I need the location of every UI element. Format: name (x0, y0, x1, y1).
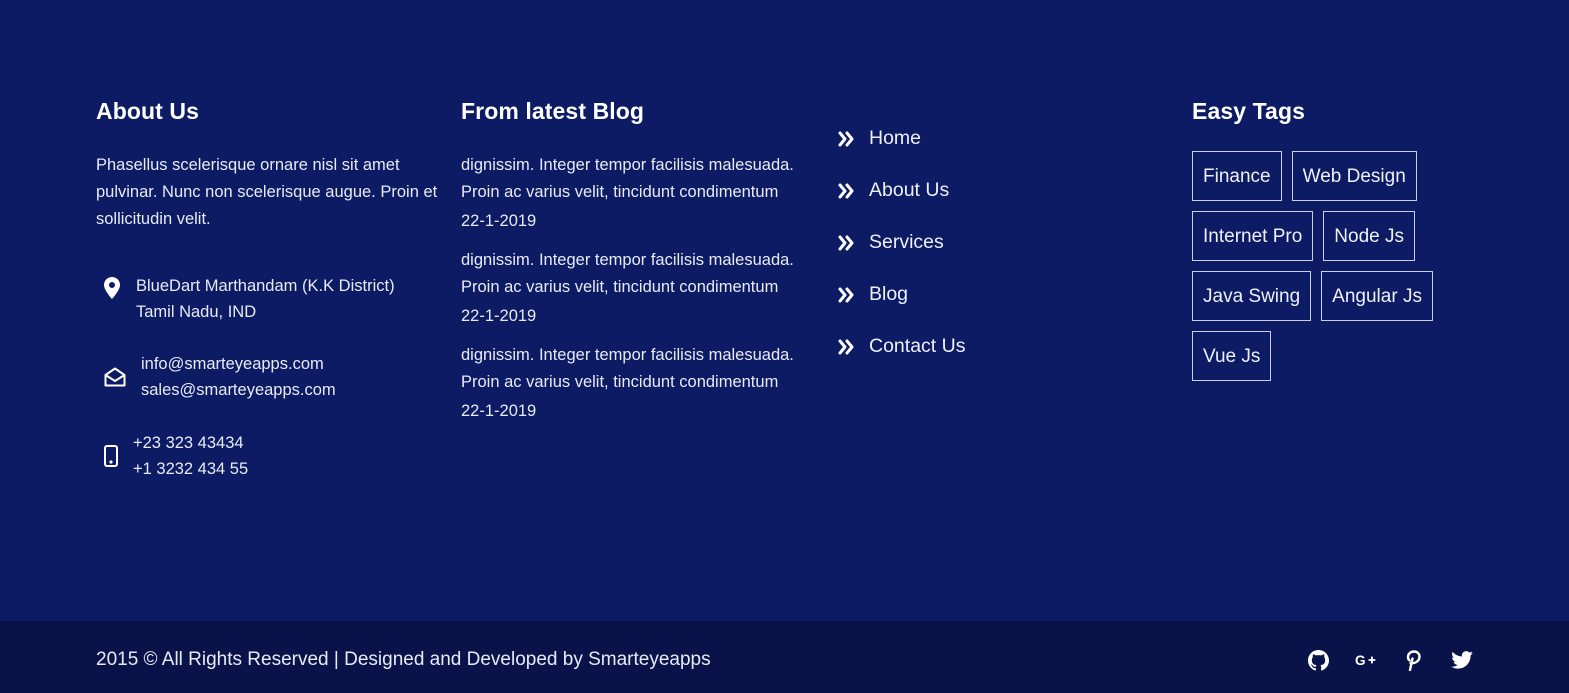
tag-node-js[interactable]: Node Js (1323, 211, 1415, 261)
address-line-1: BlueDart Marthandam (K.K District) (136, 277, 395, 295)
double-chevron-right-icon (838, 287, 869, 303)
footer-link-label[interactable]: About Us (869, 179, 949, 202)
github-icon[interactable] (1307, 649, 1329, 671)
blog-post[interactable]: dignissim. Integer tempor facilisis male… (461, 152, 801, 236)
blog-post-text[interactable]: dignissim. Integer tempor facilisis male… (461, 342, 801, 396)
footer-link-services[interactable]: Services (838, 215, 1138, 270)
footer-main: About Us Phasellus scelerisque ornare ni… (0, 0, 1569, 621)
address-block: BlueDart Marthandam (K.K District) Tamil… (104, 273, 441, 325)
blog-post-text[interactable]: dignissim. Integer tempor facilisis male… (461, 247, 801, 301)
phone-number-1[interactable]: +23 323 43434 (133, 430, 441, 456)
phone-number-2[interactable]: +1 3232 434 55 (133, 456, 441, 482)
footer-link-label[interactable]: Home (869, 127, 921, 150)
email-link-sales[interactable]: sales@smarteyeapps.com (141, 377, 441, 403)
footer-link-about-us[interactable]: About Us (838, 163, 1138, 218)
footer-bottom-bar: 2015 © All Rights Reserved | Designed an… (0, 621, 1569, 693)
blog-heading: From latest Blog (461, 98, 645, 124)
copyright-text: 2015 © All Rights Reserved | Designed an… (96, 649, 711, 670)
email-block: info@smarteyeapps.com sales@smarteyeapps… (104, 351, 441, 403)
tag-internet-pro[interactable]: Internet Pro (1192, 211, 1314, 261)
blog-post[interactable]: dignissim. Integer tempor facilisis male… (461, 247, 801, 331)
footer-link-label[interactable]: Contact Us (869, 335, 965, 358)
pinterest-icon[interactable] (1403, 649, 1425, 671)
svg-text:G: G (1355, 653, 1366, 668)
google-plus-icon[interactable]: G (1355, 649, 1377, 671)
social-links: G (1307, 649, 1473, 671)
tag-java-swing[interactable]: Java Swing (1192, 271, 1312, 321)
tag-cloud: Finance Web Design Internet Pro Node Js … (1192, 151, 1462, 381)
about-column: About Us Phasellus scelerisque ornare ni… (96, 98, 441, 482)
blog-post-text[interactable]: dignissim. Integer tempor facilisis male… (461, 152, 801, 206)
double-chevron-right-icon (838, 131, 869, 147)
tags-column: Easy Tags Finance Web Design Internet Pr… (1192, 98, 1492, 381)
mobile-phone-icon (104, 445, 118, 472)
email-link-info[interactable]: info@smarteyeapps.com (141, 351, 441, 377)
envelope-open-icon (104, 367, 126, 392)
quick-links-column: Home About Us Services Blog Contact Us (838, 111, 1138, 374)
address-line-2: Tamil Nadu, IND (136, 303, 257, 321)
blog-post-date: 22-1-2019 (461, 307, 537, 325)
footer-link-home[interactable]: Home (838, 111, 1138, 166)
double-chevron-right-icon (838, 235, 869, 251)
blog-post[interactable]: dignissim. Integer tempor facilisis male… (461, 342, 801, 426)
footer-link-blog[interactable]: Blog (838, 267, 1138, 322)
footer-link-label[interactable]: Blog (869, 283, 908, 306)
tag-angular-js[interactable]: Angular Js (1321, 271, 1433, 321)
map-marker-icon (104, 277, 120, 304)
blog-column: From latest Blog dignissim. Integer temp… (461, 98, 801, 437)
twitter-icon[interactable] (1451, 649, 1473, 671)
blog-post-date: 22-1-2019 (461, 212, 537, 230)
blog-list: dignissim. Integer tempor facilisis male… (461, 152, 801, 426)
about-text: Phasellus scelerisque ornare nisl sit am… (96, 156, 438, 228)
tag-vue-js[interactable]: Vue Js (1192, 331, 1272, 381)
double-chevron-right-icon (838, 183, 869, 199)
about-heading: About Us (96, 98, 200, 124)
blog-post-date: 22-1-2019 (461, 402, 537, 420)
tags-heading: Easy Tags (1192, 98, 1305, 124)
tag-web-design[interactable]: Web Design (1291, 151, 1417, 201)
phone-block: +23 323 43434 +1 3232 434 55 (104, 430, 441, 482)
footer-link-label[interactable]: Services (869, 231, 944, 254)
tag-finance[interactable]: Finance (1192, 151, 1282, 201)
double-chevron-right-icon (838, 339, 869, 355)
footer-link-contact-us[interactable]: Contact Us (838, 319, 1138, 374)
